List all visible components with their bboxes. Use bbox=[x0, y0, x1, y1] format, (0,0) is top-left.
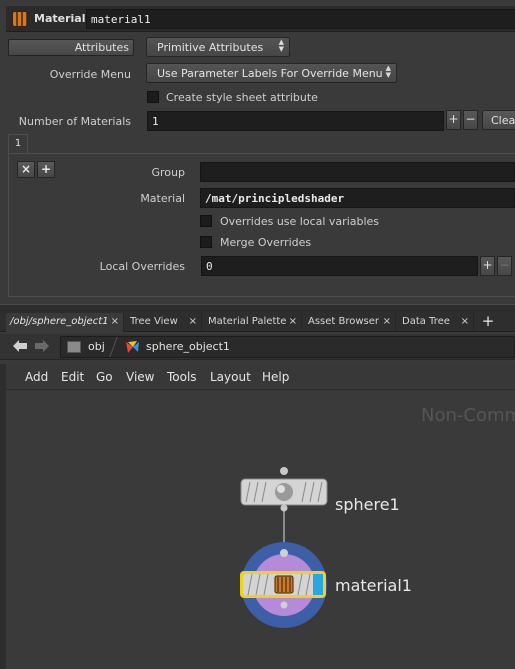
node-sphere1[interactable] bbox=[240, 478, 328, 506]
geometry-object-icon bbox=[125, 340, 140, 354]
path-segment-sphere-object[interactable]: sphere_object1 bbox=[146, 340, 230, 353]
network-pane: /obj/sphere_object1 × Tree View × Materi… bbox=[0, 312, 515, 669]
tab-label: Asset Browser bbox=[308, 316, 380, 327]
create-style-sheet-checkbox[interactable] bbox=[147, 91, 159, 103]
num-materials-label: Number of Materials bbox=[18, 115, 131, 128]
tab-label: Material Palette bbox=[208, 316, 287, 327]
node-material1[interactable] bbox=[240, 571, 326, 598]
multiparm-tab-1[interactable]: 1 bbox=[8, 134, 28, 154]
close-tab-icon[interactable]: × bbox=[461, 316, 469, 327]
group-label: Group bbox=[151, 166, 186, 179]
tab-tree-view[interactable]: Tree View × bbox=[126, 313, 202, 332]
close-tab-icon[interactable]: × bbox=[289, 316, 297, 327]
updown-arrows-icon: ▲ ▼ bbox=[278, 38, 284, 53]
output-connector[interactable] bbox=[280, 601, 288, 609]
menu-add[interactable]: Add bbox=[25, 370, 48, 384]
remove-override-button[interactable]: − bbox=[497, 256, 512, 276]
tab-label: /obj/sphere_object1 bbox=[10, 316, 109, 327]
override-menu-value: Use Parameter Labels For Override Menu bbox=[157, 67, 383, 80]
create-style-sheet-label: Create style sheet attribute bbox=[166, 91, 318, 104]
overrides-local-checkbox[interactable] bbox=[200, 215, 212, 227]
updown-arrows-icon: ▲ ▼ bbox=[385, 64, 391, 79]
tab-label: Data Tree bbox=[402, 316, 450, 327]
tab-material-palette[interactable]: Material Palette × bbox=[204, 313, 302, 332]
num-materials-field[interactable]: 1 bbox=[147, 111, 444, 131]
attribute-class-value: Primitive Attributes bbox=[157, 41, 264, 54]
pane-tab-bar: /obj/sphere_object1 × Tree View × Materi… bbox=[0, 312, 515, 332]
close-tab-icon[interactable]: × bbox=[189, 316, 197, 327]
insert-instance-button[interactable]: + bbox=[37, 161, 55, 178]
menu-help[interactable]: Help bbox=[262, 370, 289, 384]
local-overrides-field[interactable]: 0 bbox=[201, 256, 478, 276]
menu-tools[interactable]: Tools bbox=[167, 370, 197, 384]
remove-instance-button[interactable]: × bbox=[17, 161, 35, 178]
parameter-pane: Material material1 Attributes Primitive … bbox=[0, 0, 515, 310]
arrow-left-icon[interactable] bbox=[12, 339, 28, 357]
network-menu-bar: Add Edit Go View Tools Layout Help bbox=[6, 364, 515, 390]
add-tab-button[interactable]: + bbox=[480, 313, 496, 331]
add-material-button[interactable]: + bbox=[446, 110, 461, 130]
group-field[interactable] bbox=[200, 162, 515, 182]
local-overrides-label: Local Overrides bbox=[99, 260, 185, 273]
node-header: Material material1 bbox=[6, 6, 515, 32]
pane-divider[interactable] bbox=[0, 304, 515, 312]
node-label-sphere1: sphere1 bbox=[335, 495, 400, 514]
node-graph bbox=[240, 467, 328, 628]
tab-label: Tree View bbox=[130, 316, 178, 327]
clear-button[interactable]: Clear bbox=[482, 110, 515, 130]
menu-layout[interactable]: Layout bbox=[210, 370, 251, 384]
override-menu-dropdown[interactable]: Use Parameter Labels For Override Menu ▲… bbox=[146, 63, 397, 83]
material-icon bbox=[12, 11, 28, 27]
obj-context-icon bbox=[67, 341, 81, 353]
attributes-tab[interactable]: Attributes bbox=[8, 39, 134, 56]
node-type-label: Material bbox=[34, 12, 86, 25]
add-override-button[interactable]: + bbox=[480, 256, 495, 276]
path-bar: obj sphere_object1 bbox=[0, 334, 515, 360]
input-connector[interactable] bbox=[280, 467, 288, 475]
remove-material-button[interactable]: − bbox=[463, 110, 478, 130]
close-tab-icon[interactable]: × bbox=[383, 316, 391, 327]
material-icon bbox=[274, 575, 294, 594]
display-flag[interactable] bbox=[313, 574, 323, 595]
overrides-local-label: Overrides use local variables bbox=[220, 215, 380, 228]
output-connector[interactable] bbox=[280, 504, 288, 512]
override-menu-label: Override Menu bbox=[49, 68, 131, 81]
menu-edit[interactable]: Edit bbox=[61, 370, 84, 384]
material-label: Material bbox=[140, 192, 185, 205]
close-tab-icon[interactable]: × bbox=[111, 316, 119, 327]
network-canvas[interactable]: Non-Comm sphere1 material1 bbox=[6, 391, 515, 669]
node-label-material1: material1 bbox=[335, 576, 412, 595]
tab-asset-browser[interactable]: Asset Browser × bbox=[304, 313, 396, 332]
path-breadcrumb: obj sphere_object1 bbox=[60, 336, 515, 358]
node-name-field[interactable]: material1 bbox=[86, 9, 515, 29]
menu-go[interactable]: Go bbox=[96, 370, 113, 384]
input-connector[interactable] bbox=[280, 549, 288, 557]
arrow-right-icon[interactable] bbox=[34, 339, 50, 357]
path-segment-obj[interactable]: obj bbox=[88, 340, 105, 353]
merge-overrides-checkbox[interactable] bbox=[200, 236, 212, 248]
sphere-icon bbox=[275, 483, 293, 501]
attribute-class-dropdown[interactable]: Primitive Attributes ▲ ▼ bbox=[146, 37, 290, 57]
houdini-window: Material material1 Attributes Primitive … bbox=[0, 0, 515, 669]
tab-network-view[interactable]: /obj/sphere_object1 × bbox=[6, 313, 124, 332]
menu-view[interactable]: View bbox=[126, 370, 154, 384]
material-path-field[interactable]: /mat/principledshader bbox=[200, 188, 515, 208]
merge-overrides-label: Merge Overrides bbox=[220, 236, 312, 249]
tab-data-tree[interactable]: Data Tree × bbox=[398, 313, 474, 332]
